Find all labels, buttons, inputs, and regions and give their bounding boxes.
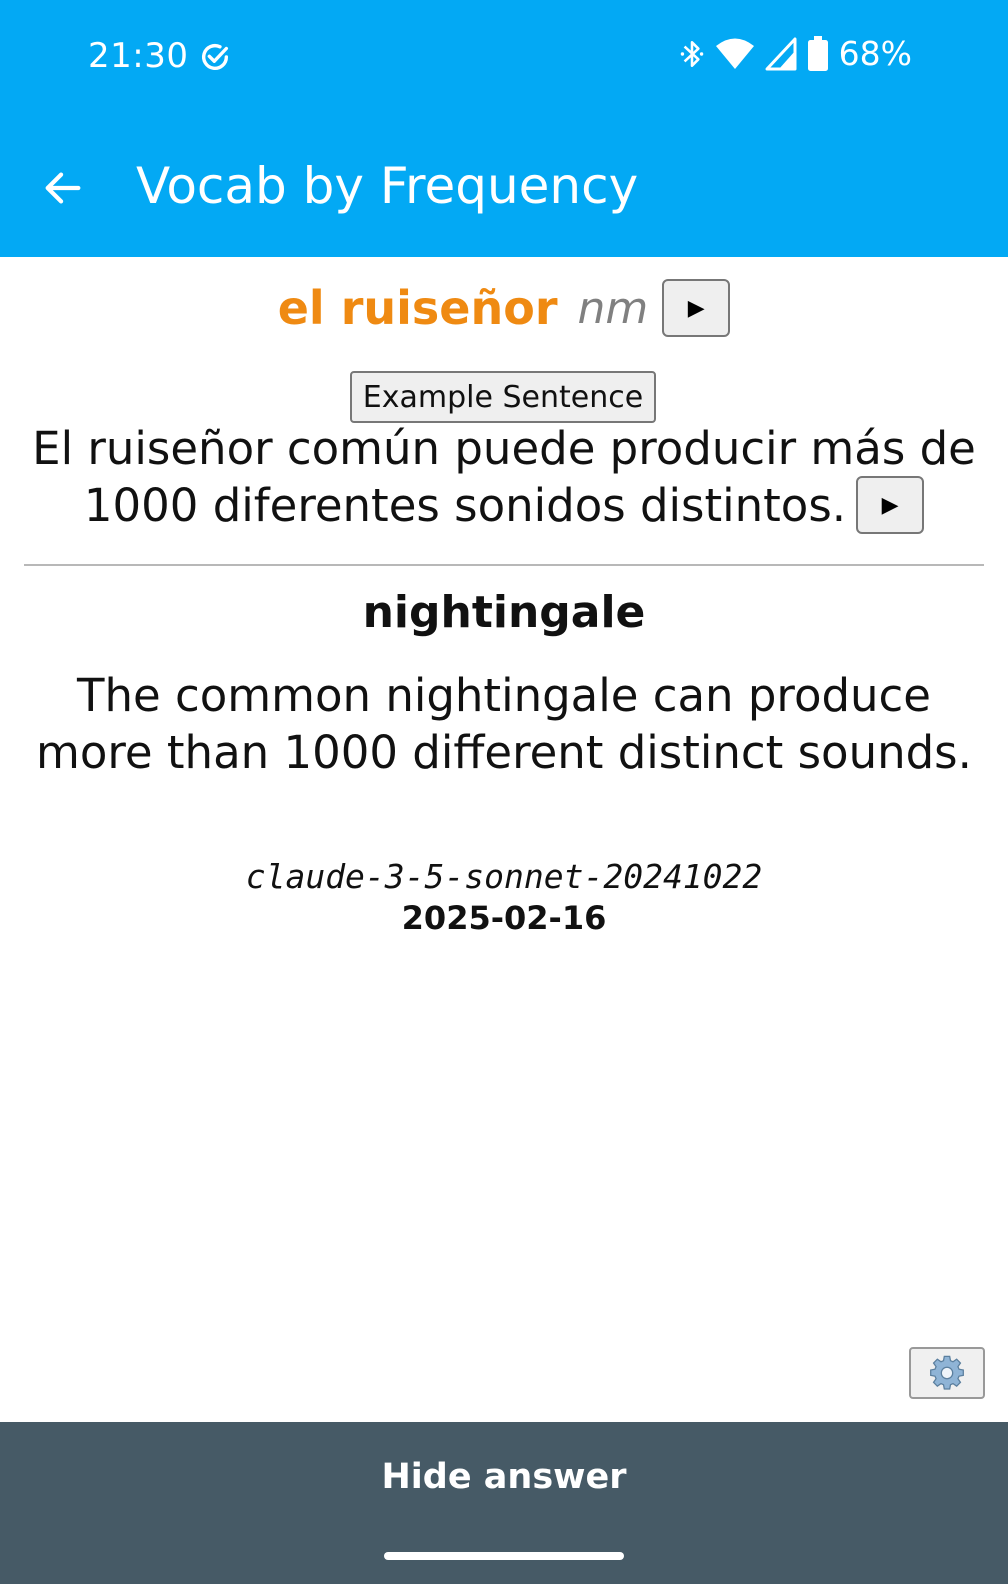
- example-sentence-text: El ruiseñor común puede producir más de …: [32, 422, 976, 532]
- play-sentence-audio-button[interactable]: ▶: [856, 476, 925, 534]
- status-time: 21:30: [88, 36, 189, 76]
- status-bar: 21:30 68%: [0, 0, 1008, 115]
- translation-word: nightingale: [362, 587, 646, 638]
- check-circle-icon: [201, 43, 229, 70]
- battery-percent: 68%: [838, 34, 912, 73]
- play-icon: ▶: [687, 295, 705, 320]
- answer-divider: [24, 564, 984, 566]
- card-content: el ruiseñor nm ▶ Example Sentence El rui…: [0, 257, 1008, 1422]
- model-name: claude-3-5-sonnet-20241022: [245, 857, 763, 896]
- example-sentence: El ruiseñor común puede producir más de …: [20, 420, 988, 538]
- translation-sentence: The common nightingale can produce more …: [36, 669, 972, 779]
- wifi-icon: [715, 38, 754, 69]
- card-date: 2025-02-16: [401, 899, 607, 937]
- bottom-bar: Hide answer: [0, 1422, 1008, 1584]
- status-icons: 68%: [679, 34, 912, 73]
- bluetooth-icon: [680, 40, 703, 67]
- hide-answer-button[interactable]: Hide answer: [0, 1422, 1008, 1532]
- home-indicator[interactable]: [384, 1552, 624, 1560]
- part-of-speech: nm: [577, 282, 649, 334]
- battery-icon: [807, 35, 828, 71]
- play-icon: ▶: [881, 492, 899, 518]
- example-sentence-button[interactable]: Example Sentence: [350, 371, 656, 423]
- vocab-word: el ruiseñor: [277, 281, 558, 335]
- back-arrow-icon[interactable]: [40, 165, 86, 211]
- play-word-audio-button[interactable]: ▶: [662, 279, 731, 337]
- gear-icon: [930, 1355, 964, 1390]
- word-row: el ruiseñor nm ▶: [0, 279, 1008, 337]
- app-title: Vocab by Frequency: [136, 157, 639, 215]
- app-bar: Vocab by Frequency: [0, 115, 1008, 257]
- signal-icon: [765, 37, 797, 70]
- settings-button[interactable]: [909, 1347, 985, 1399]
